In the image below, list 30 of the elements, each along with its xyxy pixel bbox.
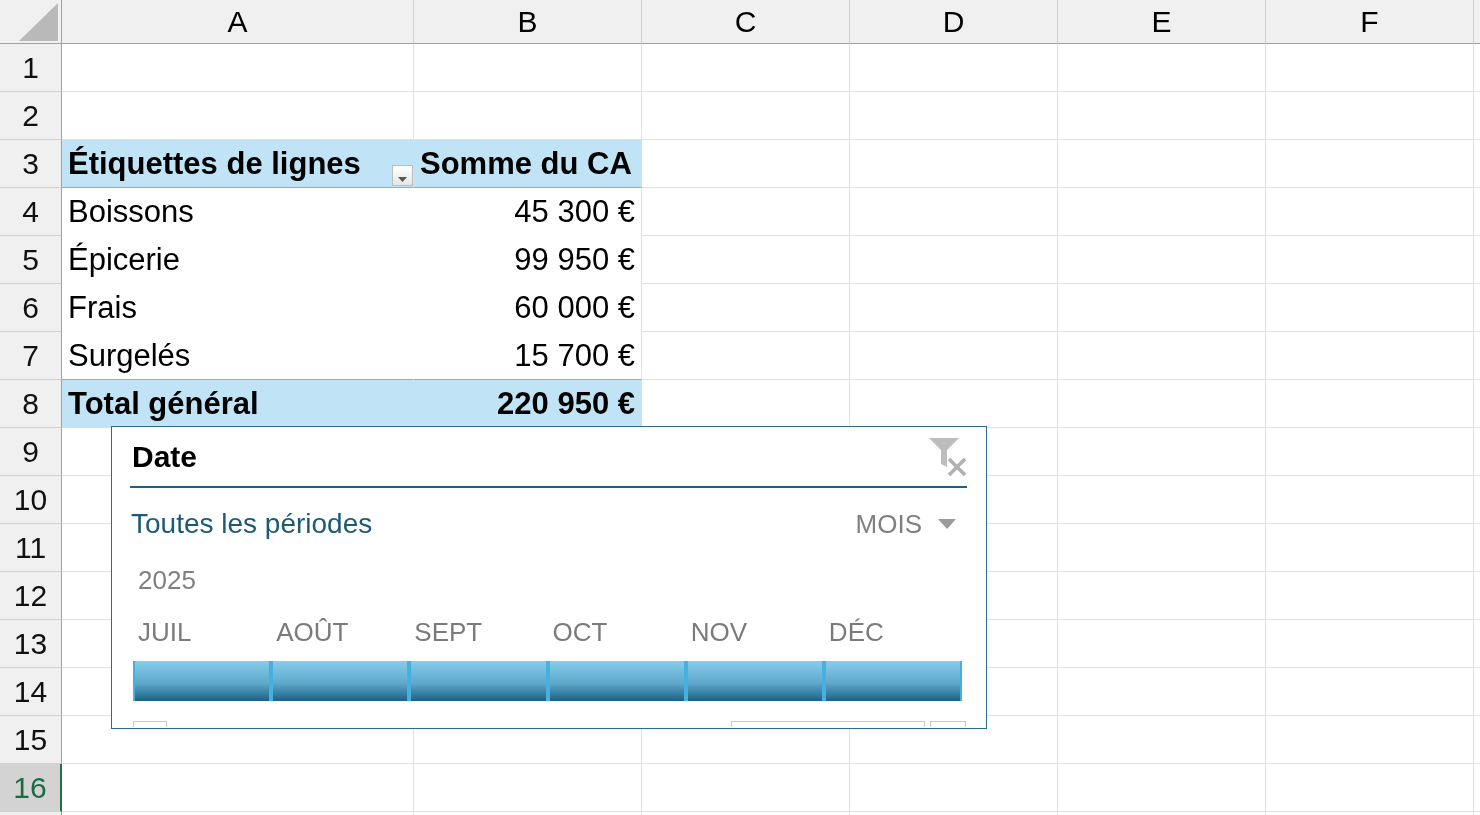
row-label-cell: Boissons — [62, 188, 414, 236]
month-label: DÉC — [828, 617, 884, 648]
month-label: SEPT — [414, 617, 483, 648]
caret-icon — [938, 519, 956, 529]
month-label: OCT — [552, 617, 608, 648]
year-label: 2025 — [138, 564, 196, 596]
filter-dropdown-button[interactable] — [392, 165, 413, 186]
row-label-cell: Surgelés — [62, 332, 414, 380]
row-label-cell: Frais — [62, 284, 414, 332]
selection-label: Toutes les périodes — [130, 508, 373, 540]
timeline-title: Date — [131, 439, 198, 474]
month-bar[interactable] — [271, 661, 410, 701]
row-labels-header: Étiquettes de lignes — [68, 145, 362, 182]
timeline-scrollbar[interactable] — [133, 721, 966, 727]
month-bar[interactable] — [133, 661, 272, 701]
month-bar[interactable] — [409, 661, 548, 701]
month-label: NOV — [690, 617, 748, 648]
total-label-cell: Total général — [62, 380, 414, 428]
row-header[interactable]: 16 — [0, 764, 62, 812]
row-label-cell: Épicerie — [62, 236, 414, 284]
month-bar[interactable] — [547, 661, 686, 701]
month-label: JUIL — [138, 617, 192, 648]
total-value-cell: 220 950 € — [414, 380, 642, 428]
month-bar[interactable] — [823, 661, 963, 701]
time-level-dropdown[interactable]: MOIS — [855, 508, 956, 540]
month-bar[interactable] — [685, 661, 824, 701]
caret-icon — [398, 177, 407, 182]
month-label: AOÛT — [276, 617, 349, 648]
values-header: Somme du CA — [414, 140, 642, 188]
triangle-icon — [19, 3, 58, 41]
